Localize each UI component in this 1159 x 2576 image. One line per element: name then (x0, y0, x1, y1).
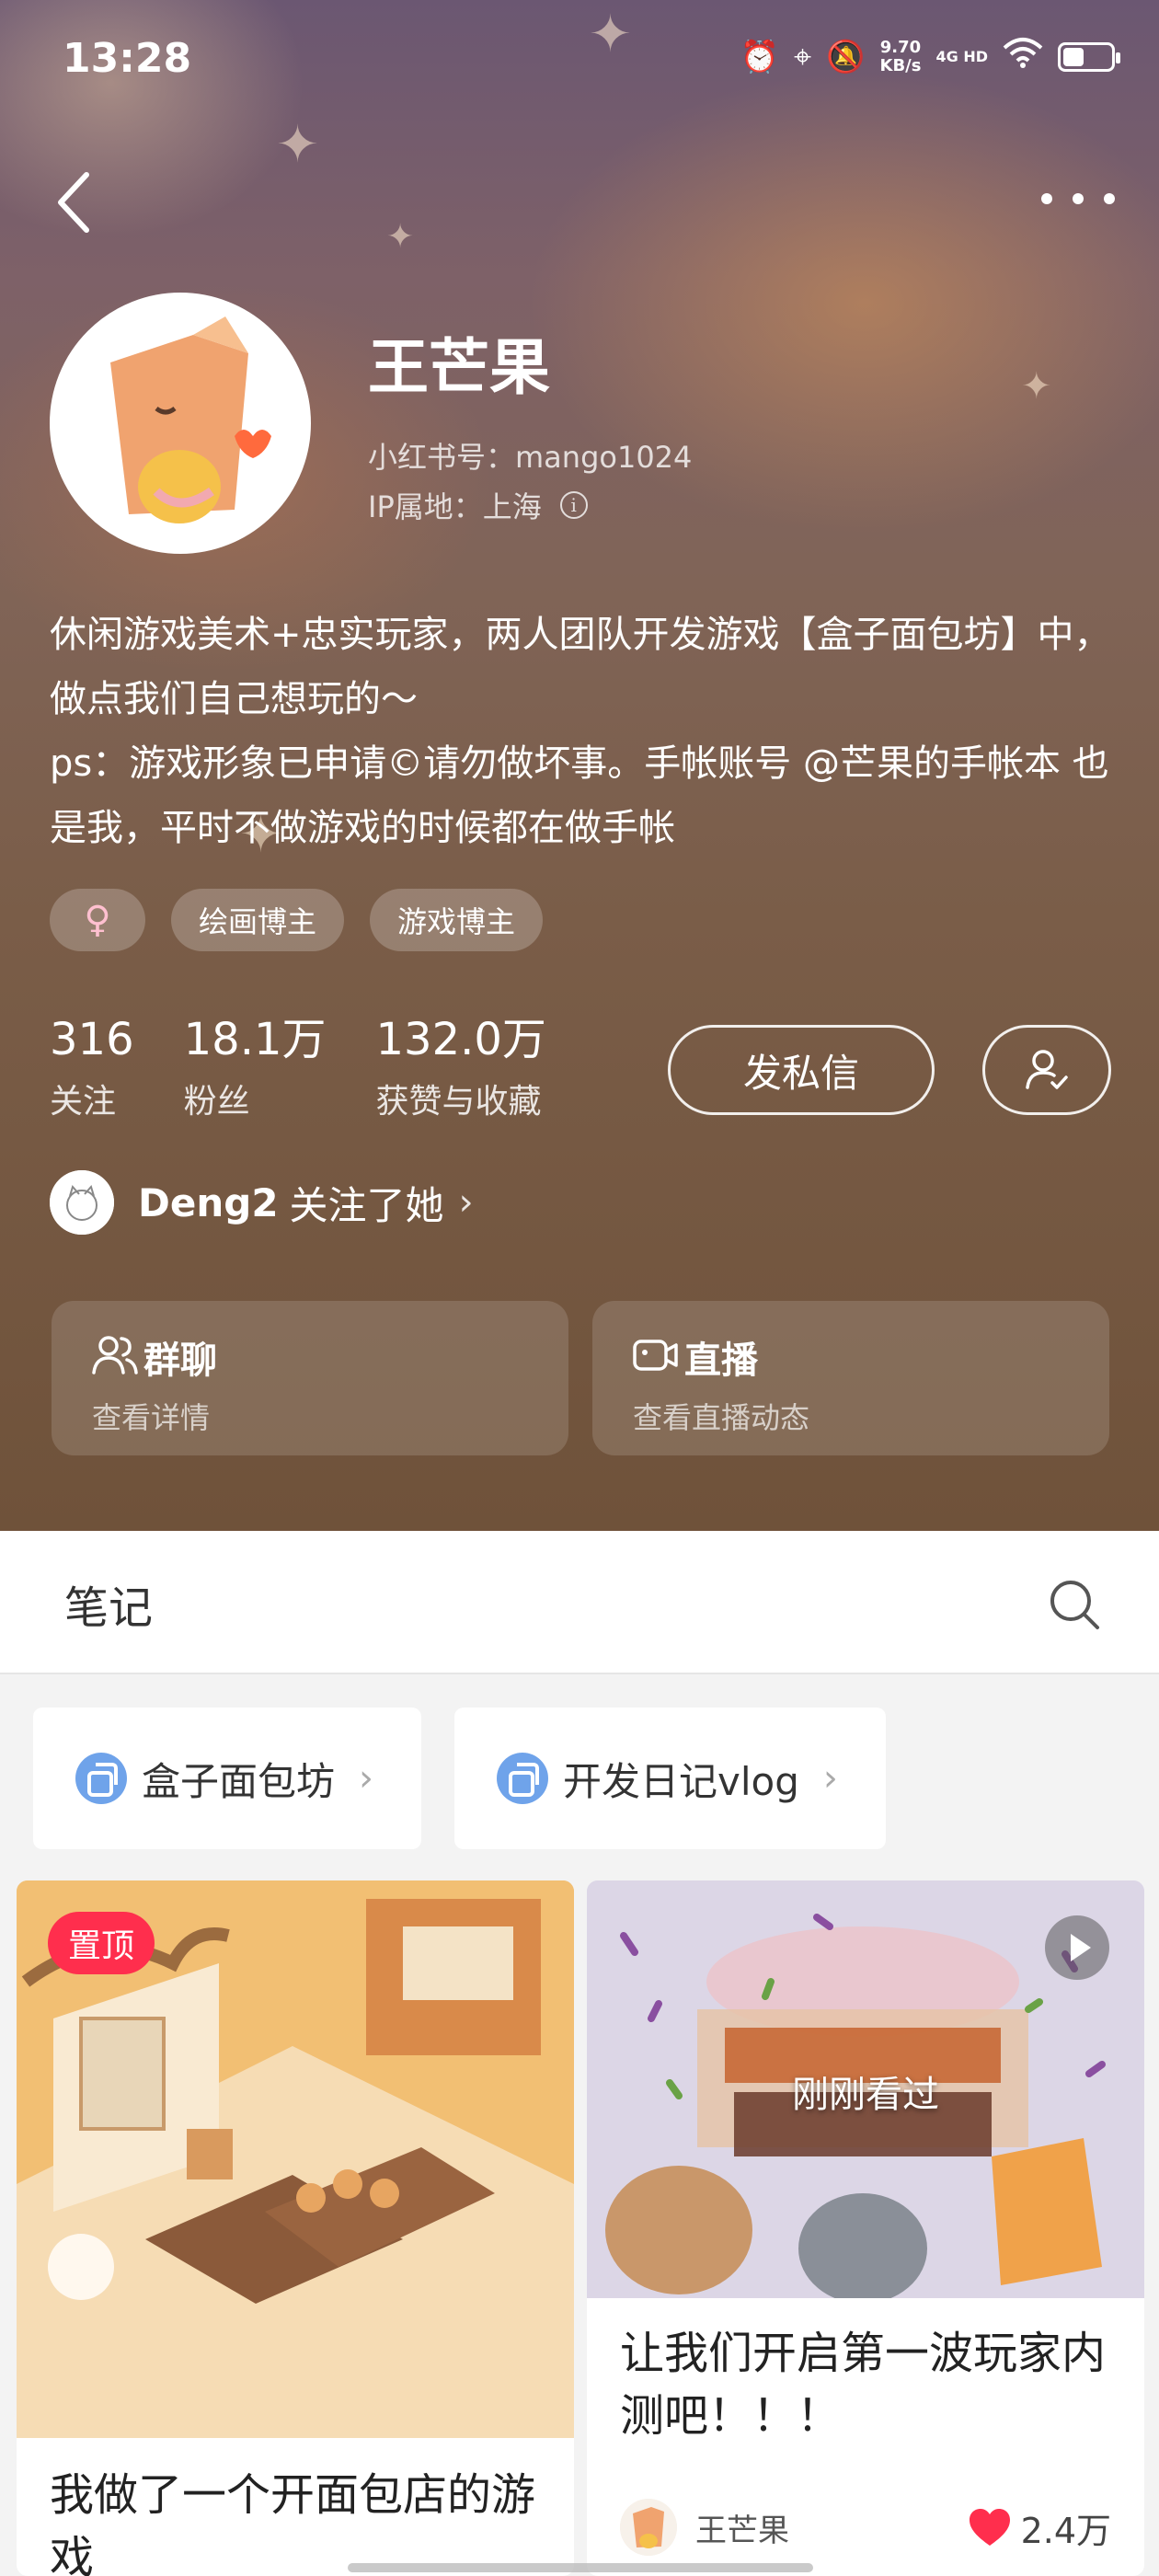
collection-icon (497, 1753, 549, 1804)
wifi-icon (1003, 37, 1043, 76)
more-options-button[interactable] (1041, 180, 1115, 217)
stat-followers[interactable]: 18.1万 粉丝 (184, 1012, 327, 1122)
mute-icon: 🔕 (826, 38, 866, 75)
live-camera-icon (633, 1340, 678, 1371)
status-bar: 13:28 ⏰ ⌖ 🔕 9.70 KB/s 4G HD (0, 0, 1159, 120)
collection-label: 盒子面包坊 (142, 1758, 336, 1804)
box-character-avatar-icon (620, 2499, 677, 2556)
content-tabbar: 笔记 (0, 1531, 1159, 1674)
dot-icon (1073, 193, 1084, 204)
location-icon: ⌖ (794, 38, 812, 75)
sparkle-decoration: ✦ (1021, 365, 1052, 408)
card-title: 群聊 (143, 1340, 217, 1382)
heart-icon (969, 2509, 1010, 2546)
profile-avatar[interactable] (50, 293, 311, 554)
mutual-follower-name: Deng2 (138, 1179, 279, 1225)
chevron-left-icon (58, 172, 89, 233)
sparkle-decoration: ✦ (276, 115, 319, 175)
chevron-right-icon: › (822, 1757, 838, 1800)
note-card[interactable]: 置顶 我做了一个开面包店的游戏 (17, 1880, 574, 2576)
stat-label: 粉丝 (183, 1083, 250, 1121)
chevron-right-icon: › (458, 1181, 474, 1224)
profile-header: ✦ ✦ ✦ ✦ ✦ 13:28 ⏰ ⌖ 🔕 9.70 KB/s 4G HD 王芒… (0, 0, 1159, 1531)
card-subtitle: 查看详情 (92, 1400, 211, 1435)
tag-painting-blogger[interactable]: 绘画博主 (171, 889, 345, 951)
dot-icon (1041, 193, 1052, 204)
stat-likes[interactable]: 132.0万 获赞与收藏 (376, 1012, 546, 1122)
profile-tags: ♀ 绘画博主 游戏博主 (50, 889, 544, 951)
collection-icon (75, 1753, 127, 1804)
stat-value: 18.1万 (183, 1014, 327, 1065)
profile-name: 王芒果 (368, 332, 550, 403)
stat-value: 316 (50, 1014, 134, 1065)
profile-bio: 休闲游戏美术+忠实玩家，两人团队开发游戏【盒子面包坊】中，做点我们自己想玩的～ … (50, 603, 1117, 860)
note-card[interactable]: 刚刚看过 让我们开启第一波玩家内测吧！！！ 王芒果 2.4万 (587, 1880, 1144, 2576)
stat-following[interactable]: 316 关注 (50, 1012, 134, 1122)
bio-line: 休闲游戏美术+忠实玩家，两人团队开发游戏【盒子面包坊】中，做点我们自己想玩的～ (50, 614, 1111, 720)
note-cover-image: 刚刚看过 (587, 1880, 1144, 2304)
network-type: 4G HD (935, 47, 988, 65)
card-title: 直播 (684, 1340, 758, 1382)
note-footer: 王芒果 2.4万 (620, 2495, 1111, 2559)
tag-game-blogger[interactable]: 游戏博主 (370, 889, 544, 951)
dot-icon (1104, 193, 1115, 204)
collection-bread-shop[interactable]: 盒子面包坊 › (33, 1708, 422, 1849)
speed-value: 9.70 (879, 37, 922, 57)
chevron-right-icon: › (359, 1757, 374, 1800)
back-button[interactable] (48, 166, 103, 239)
gender-tag: ♀ (50, 889, 145, 951)
user-check-icon (1026, 1050, 1068, 1089)
collection-label: 开发日记vlog (563, 1758, 799, 1804)
tab-notes[interactable]: 笔记 (64, 1571, 153, 1636)
note-cover-image: 置顶 (17, 1880, 574, 2438)
send-message-button[interactable]: 发私信 (668, 1025, 935, 1115)
pinned-badge: 置顶 (48, 1912, 155, 1974)
ip-location: IP属地：上海 (368, 489, 542, 524)
note-title: 我做了一个开面包店的游戏 (50, 2469, 536, 2576)
live-stream-card[interactable]: 直播 查看直播动态 (592, 1301, 1109, 1455)
stat-label: 获赞与收藏 (375, 1083, 542, 1121)
group-chat-card[interactable]: 群聊 查看详情 (52, 1301, 568, 1455)
search-button[interactable] (1047, 1577, 1102, 1632)
group-icon (92, 1336, 138, 1374)
stat-value: 132.0万 (375, 1014, 546, 1065)
author-avatar[interactable] (620, 2499, 677, 2556)
card-subtitle: 查看直播动态 (633, 1400, 810, 1435)
cat-avatar-icon (50, 1170, 114, 1235)
mutual-follow-row[interactable]: Deng2 关注了她 › (50, 1170, 474, 1235)
ip-location-row: IP属地：上海 i (368, 484, 588, 526)
collection-dev-vlog[interactable]: 开发日记vlog › (454, 1708, 886, 1849)
speed-unit: KB/s (879, 55, 922, 75)
search-icon (1050, 1581, 1099, 1629)
like-count: 2.4万 (1020, 2510, 1111, 2551)
box-character-avatar-icon (55, 298, 305, 548)
bio-line: ps：游戏形象已申请©请勿做坏事。手帐账号 @芒果的手帐本 也是我，平时不做游戏… (50, 742, 1109, 849)
author-name[interactable]: 王芒果 (695, 2505, 968, 2550)
status-time: 13:28 (63, 35, 192, 82)
sparkle-decoration: ✦ (386, 218, 415, 256)
status-icons: ⏰ ⌖ 🔕 9.70 KB/s 4G HD (740, 37, 1120, 76)
profile-stats: 316 关注 18.1万 粉丝 132.0万 获赞与收藏 (50, 1012, 546, 1122)
video-play-icon (1045, 1915, 1109, 1980)
red-id: 小红书号：mango1024 (368, 440, 693, 475)
battery-icon (1058, 41, 1120, 72)
mutual-follow-text: 关注了她 (289, 1182, 444, 1228)
like-button[interactable]: 2.4万 (968, 2502, 1111, 2553)
stat-label: 关注 (50, 1083, 117, 1121)
followed-status-button[interactable] (982, 1025, 1111, 1115)
info-icon[interactable]: i (559, 491, 588, 519)
network-speed: 9.70 KB/s (879, 37, 922, 75)
home-indicator[interactable] (348, 2563, 813, 2572)
note-title: 让我们开启第一波玩家内测吧！！！ (620, 2328, 1107, 2442)
collections-row: 盒子面包坊 › 开发日记vlog › (33, 1708, 886, 1849)
alarm-icon: ⏰ (740, 38, 780, 75)
avatar (50, 1170, 114, 1235)
recently-viewed-label: 刚刚看过 (792, 2074, 939, 2116)
